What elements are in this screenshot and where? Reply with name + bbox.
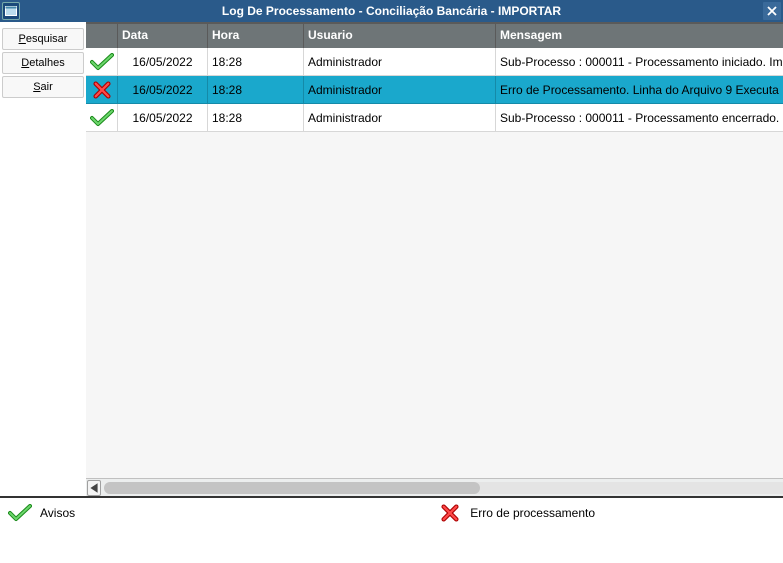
check-icon xyxy=(90,53,114,71)
cell-mensagem: Sub-Processo : 000011 - Processamento en… xyxy=(496,104,783,132)
cell-status xyxy=(86,104,118,132)
scroll-track[interactable] xyxy=(104,482,783,494)
x-icon xyxy=(90,81,114,99)
scroll-thumb[interactable] xyxy=(104,482,480,494)
cell-hora: 18:28 xyxy=(208,104,304,132)
cell-usuario: Administrador xyxy=(304,104,496,132)
cell-mensagem: Erro de Processamento. Linha do Arquivo … xyxy=(496,76,783,104)
cell-status xyxy=(86,48,118,76)
close-button[interactable] xyxy=(763,2,781,20)
close-icon xyxy=(767,6,777,16)
table-row[interactable]: 16/05/202218:28AdministradorErro de Proc… xyxy=(86,76,783,104)
cell-usuario: Administrador xyxy=(304,76,496,104)
window-title: Log De Processamento - Conciliação Bancá… xyxy=(222,4,561,18)
table-row[interactable]: 16/05/202218:28AdministradorSub-Processo… xyxy=(86,48,783,76)
cell-status xyxy=(86,76,118,104)
cell-usuario: Administrador xyxy=(304,48,496,76)
legend-erro: Erro de processamento xyxy=(470,506,595,520)
col-hora[interactable]: Hora xyxy=(208,24,304,48)
title-bar: Log De Processamento - Conciliação Bancá… xyxy=(0,0,783,22)
cell-hora: 18:28 xyxy=(208,76,304,104)
legend-avisos: Avisos xyxy=(40,506,75,520)
cell-hora: 18:28 xyxy=(208,48,304,76)
grid-header: Data Hora Usuario Mensagem xyxy=(86,24,783,48)
pesquisar-button[interactable]: Pesquisar xyxy=(2,28,84,50)
col-usuario[interactable]: Usuario xyxy=(304,24,496,48)
footer-legend: Avisos Erro de processamento xyxy=(0,496,783,528)
log-grid: Data Hora Usuario Mensagem 16/05/202218:… xyxy=(86,24,783,478)
cell-mensagem: Sub-Processo : 000011 - Processamento in… xyxy=(496,48,783,76)
sidebar: Pesquisar Detalhes Sair xyxy=(0,22,86,496)
col-mensagem[interactable]: Mensagem xyxy=(496,24,783,48)
cell-data: 16/05/2022 xyxy=(118,48,208,76)
check-icon xyxy=(90,109,114,127)
check-icon xyxy=(8,504,32,522)
x-icon xyxy=(438,504,462,522)
scroll-left-button[interactable] xyxy=(87,480,101,496)
col-status xyxy=(86,24,118,48)
window-icon xyxy=(2,2,20,20)
horizontal-scrollbar[interactable] xyxy=(86,478,783,496)
table-row[interactable]: 16/05/202218:28AdministradorSub-Processo… xyxy=(86,104,783,132)
sair-button[interactable]: Sair xyxy=(2,76,84,98)
chevron-left-icon xyxy=(88,413,100,563)
detalhes-button[interactable]: Detalhes xyxy=(2,52,84,74)
col-data[interactable]: Data xyxy=(118,24,208,48)
cell-data: 16/05/2022 xyxy=(118,104,208,132)
cell-data: 16/05/2022 xyxy=(118,76,208,104)
